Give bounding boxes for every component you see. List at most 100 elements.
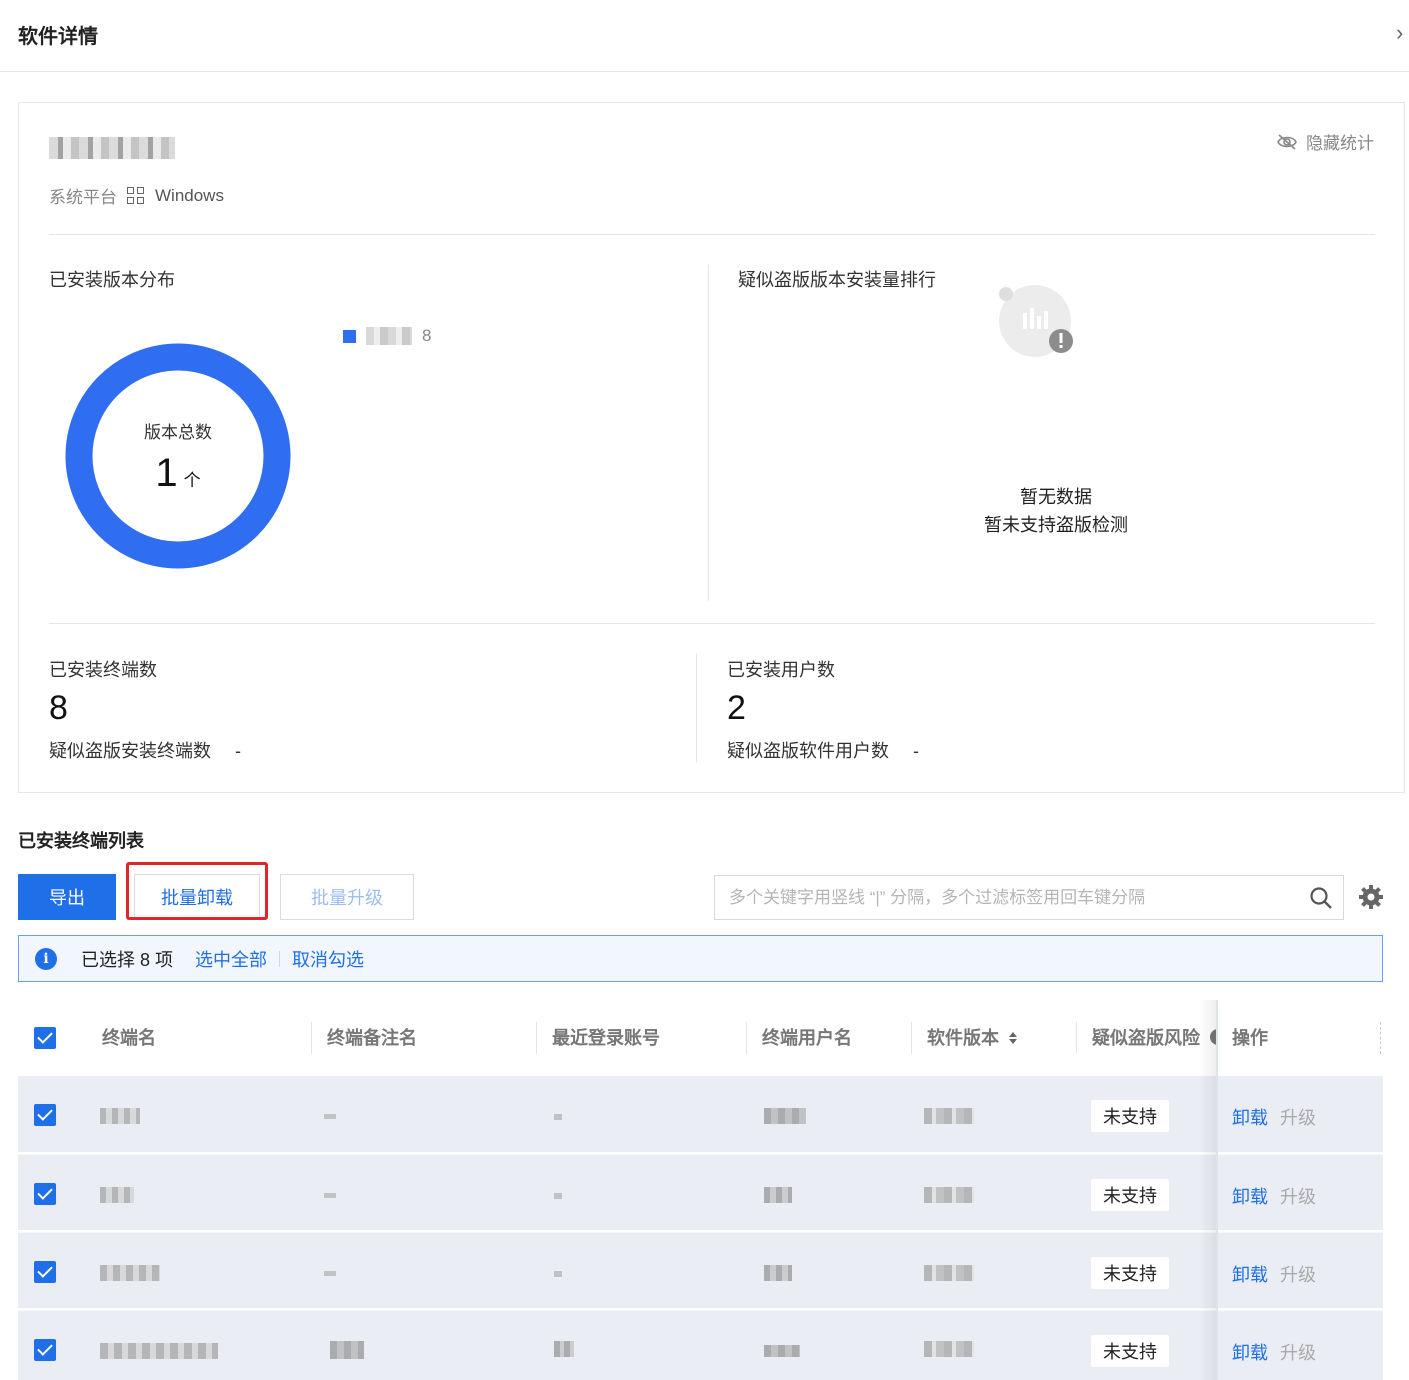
pirated-users-label: 疑似盗版软件用户数	[727, 741, 889, 761]
uninstall-link[interactable]: 卸载	[1232, 1104, 1268, 1130]
terminal-name-redacted	[100, 1265, 160, 1281]
software-version-redacted	[924, 1341, 974, 1357]
table-row[interactable]: 未支持 卸载 升级	[18, 1154, 1383, 1230]
column-header-terminal-name[interactable]: 终端名	[102, 1024, 156, 1050]
piracy-risk-badge: 未支持	[1091, 1335, 1169, 1367]
version-donut-chart: 版本总数 1个	[65, 343, 291, 569]
platform-row: 系统平台 Windows	[49, 183, 224, 208]
column-divider[interactable]	[746, 1022, 747, 1054]
donut-total-unit: 个	[183, 471, 201, 490]
table-row[interactable]: 未支持 卸载 升级	[18, 1076, 1383, 1152]
gear-icon[interactable]	[1358, 884, 1384, 910]
pirated-users-value: -	[913, 741, 919, 761]
fixed-column-shadow	[1198, 1000, 1218, 1380]
drawer-title: 软件详情	[18, 26, 98, 48]
row-checkbox[interactable]	[34, 1183, 56, 1205]
row-checkbox[interactable]	[34, 1261, 56, 1283]
column-divider[interactable]	[311, 1022, 312, 1054]
upgrade-link[interactable]: 升级	[1280, 1183, 1316, 1209]
installed-users-label: 已安装用户数	[727, 660, 835, 680]
software-version-label: 软件版本	[927, 1028, 999, 1048]
column-divider[interactable]	[536, 1022, 537, 1054]
donut-total-value: 1	[155, 451, 178, 495]
column-divider[interactable]	[911, 1022, 912, 1054]
software-name-redacted	[49, 137, 175, 159]
piracy-risk-badge: 未支持	[1091, 1100, 1169, 1132]
column-header-actions: 操作	[1232, 1028, 1268, 1048]
search-box[interactable]	[714, 875, 1344, 920]
drawer-header: 软件详情 ›	[0, 0, 1409, 72]
row-checkbox[interactable]	[34, 1104, 56, 1126]
terminal-user-redacted	[764, 1187, 792, 1203]
terminal-user-redacted	[764, 1345, 800, 1357]
legend-value: 8	[422, 326, 432, 345]
search-icon[interactable]	[1309, 886, 1333, 910]
divider	[708, 265, 709, 601]
piracy-risk-badge: 未支持	[1091, 1179, 1169, 1211]
legend-name-redacted	[366, 327, 412, 345]
batch-upgrade-button[interactable]: 批量升级	[280, 874, 414, 920]
uninstall-link[interactable]: 卸载	[1232, 1261, 1268, 1287]
column-divider[interactable]	[1076, 1022, 1077, 1054]
divider	[696, 653, 697, 763]
fixed-column-divider	[1216, 1000, 1218, 1380]
selection-info-bar: i 已选择 8 项 选中全部 取消勾选	[18, 935, 1383, 982]
upgrade-link[interactable]: 升级	[1280, 1339, 1316, 1365]
column-header-last-login[interactable]: 最近登录账号	[552, 1024, 660, 1050]
column-header-terminal-user[interactable]: 终端用户名	[762, 1024, 852, 1050]
pirated-users-row: 疑似盗版软件用户数 -	[727, 737, 919, 763]
last-login-redacted	[554, 1193, 562, 1199]
pirated-terminals-value: -	[235, 741, 241, 761]
donut-label: 版本总数	[144, 423, 212, 442]
terminal-name-redacted	[100, 1343, 218, 1359]
empty-subtitle: 暂未支持盗版检测	[984, 515, 1128, 535]
row-checkbox[interactable]	[34, 1339, 56, 1361]
column-header-piracy-risk[interactable]: 疑似盗版风险	[1092, 1024, 1200, 1050]
terminal-user-redacted	[764, 1108, 806, 1124]
platform-label: 系统平台	[49, 188, 117, 207]
terminal-remark-redacted	[330, 1341, 364, 1359]
highlight-annotation	[126, 862, 268, 920]
software-version-redacted	[924, 1265, 974, 1281]
legend-swatch	[343, 329, 356, 343]
column-header-software-version[interactable]: 软件版本	[927, 1024, 1018, 1050]
terminal-name-redacted	[100, 1108, 140, 1124]
cancel-selection-link[interactable]: 取消勾选	[292, 946, 364, 972]
software-version-redacted	[924, 1187, 974, 1203]
upgrade-link[interactable]: 升级	[1280, 1104, 1316, 1130]
last-login-redacted	[554, 1114, 562, 1120]
donut-legend-item: 8	[343, 326, 431, 346]
software-summary-card: 系统平台 Windows 隐藏统计 已安装版本分布 版本总数 1个 8 疑似盗版…	[18, 102, 1405, 793]
divider	[49, 234, 1375, 235]
divider	[49, 623, 1375, 624]
table-header: 终端名 终端备注名 最近登录账号 终端用户名 软件版本 疑似盗版风险 操作	[18, 1000, 1383, 1076]
terminal-name-redacted	[100, 1187, 134, 1203]
sort-icon[interactable]	[1008, 1031, 1018, 1045]
uninstall-link[interactable]: 卸载	[1232, 1183, 1268, 1209]
software-version-redacted	[924, 1108, 974, 1124]
hide-stats-label: 隐藏统计	[1306, 134, 1374, 153]
select-all-link[interactable]: 选中全部	[195, 946, 267, 972]
selection-count: 已选择 8 项	[81, 949, 174, 970]
table-row[interactable]: 未支持 卸载 升级	[18, 1310, 1383, 1380]
terminal-list-title: 已安装终端列表	[18, 831, 144, 851]
platform-value: Windows	[155, 185, 224, 205]
installed-terminals-label: 已安装终端数	[49, 660, 157, 680]
search-input[interactable]	[715, 876, 1275, 919]
installed-terminals-value: 8	[49, 689, 68, 727]
installed-users-value: 2	[727, 689, 746, 727]
upgrade-link[interactable]: 升级	[1280, 1261, 1316, 1287]
terminal-remark-redacted	[324, 1114, 336, 1119]
terminal-user-redacted	[764, 1265, 792, 1281]
export-button[interactable]: 导出	[18, 874, 116, 920]
divider	[279, 950, 281, 967]
hide-stats-button[interactable]: 隐藏统计	[1276, 129, 1374, 154]
chevron-right-icon[interactable]: ›	[1396, 20, 1403, 46]
uninstall-link[interactable]: 卸载	[1232, 1339, 1268, 1365]
last-login-redacted	[554, 1341, 574, 1357]
column-divider	[1380, 1022, 1381, 1054]
select-all-checkbox[interactable]	[34, 1027, 56, 1049]
column-header-terminal-remark[interactable]: 终端备注名	[327, 1024, 417, 1050]
table-row[interactable]: 未支持 卸载 升级	[18, 1232, 1383, 1308]
last-login-redacted	[554, 1271, 562, 1277]
